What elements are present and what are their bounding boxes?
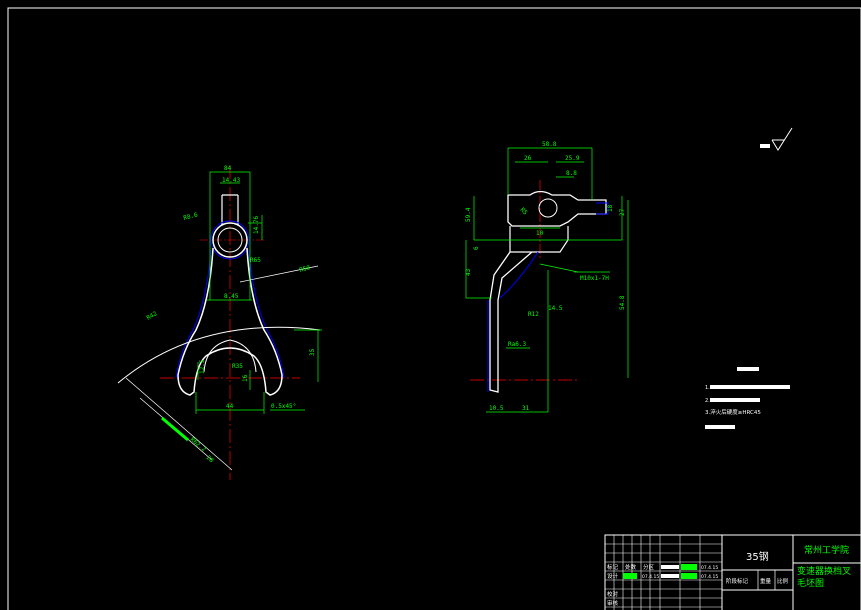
tb-row2-c1: 设计 xyxy=(607,572,619,580)
note-1: 1. xyxy=(705,385,710,391)
note-1-bar xyxy=(710,385,790,389)
dim-h-right: 35 xyxy=(309,348,316,356)
dim-side-a: 12.5 xyxy=(199,359,206,374)
tb-drawing-name-1: 变速器换档叉 xyxy=(797,565,851,577)
title-block: 标记 处数 分区 07.4.15 设计 07.4.15 07.4.15 校对 审… xyxy=(604,534,861,610)
dim-small-b: 28 xyxy=(205,454,215,464)
side-arm xyxy=(489,251,533,393)
dim-small-a: 14.76 xyxy=(253,216,260,234)
dim-w-bottom: 44 xyxy=(226,403,234,410)
roughness-symbol xyxy=(760,127,793,151)
tb-row1-c2: 处数 xyxy=(625,563,637,571)
dim-r-inner: R35 xyxy=(232,363,243,370)
dim-r-hub: R8.6 xyxy=(183,211,199,222)
tb-row4-c1: 审核 xyxy=(607,599,619,607)
side-dim-texts: 58.8 26 25.9 8.8 59.4 27 6 18 43 10 M10x… xyxy=(465,141,626,412)
notes-sign-bar xyxy=(705,425,735,429)
side-hole xyxy=(538,198,558,218)
dim-right-tab: 18 xyxy=(607,204,614,212)
dim-bottom-b: 31 xyxy=(522,405,530,412)
dim-b: 25.9 xyxy=(565,155,580,162)
tb-material: 35钢 xyxy=(746,550,769,563)
dim-right-h: 27 xyxy=(619,208,626,216)
dim-a: 26 xyxy=(524,155,532,162)
dim-left-h: 59.4 xyxy=(465,207,472,222)
tb-stage-label: 阶段标记 xyxy=(726,577,749,585)
tech-notes: 1. 2. 3.淬火后硬度≥HRC45 xyxy=(705,367,790,429)
fork-hidden-left xyxy=(175,249,212,379)
dim-mid-h: 43 xyxy=(465,268,472,276)
dim-mid-w: 10 xyxy=(536,230,544,237)
front-view xyxy=(117,165,322,480)
tb-row2-c3: 07.4.15 xyxy=(642,574,659,580)
tb-row1-date: 07.4.15 xyxy=(701,565,718,571)
dim-note: M10x1-7H xyxy=(580,275,609,282)
radius-highlight xyxy=(161,416,189,442)
tb-row2-date: 07.4.15 xyxy=(701,574,718,580)
notes-title-bar xyxy=(737,367,759,371)
tb-weight-label: 重量 xyxy=(760,577,772,585)
dim-r-arc: R42 xyxy=(146,310,159,322)
dim-top: 84 xyxy=(224,165,232,172)
tb-row3-c1: 校对 xyxy=(607,590,619,598)
dim-chamfer: 0.5x45° xyxy=(271,403,296,410)
dim-total-h: 54.8 xyxy=(619,295,626,310)
dim-c: 8.8 xyxy=(566,170,577,177)
fork-hidden-right xyxy=(248,249,285,379)
radius-leader-a xyxy=(125,377,233,471)
dim-w-mid: 8.45 xyxy=(224,293,239,300)
dim-r-fork: R65 xyxy=(250,257,261,264)
tb-row1-c3: 分区 xyxy=(643,563,655,571)
dim-bottom-a: 10.5 xyxy=(489,405,504,412)
dim-r-big: R50 xyxy=(299,264,312,274)
front-dim-texts: 84 14.43 R8.6 R50 R42 8.45 R65 R35 35 44… xyxy=(146,165,317,464)
dim-r-lower: R12 xyxy=(528,311,539,318)
dim-side-small: 6 xyxy=(473,246,480,250)
cad-drawing: 84 14.43 R8.6 R50 R42 8.45 R65 R35 35 44… xyxy=(7,7,861,610)
drawing-frame xyxy=(7,7,861,610)
note-2-bar xyxy=(710,398,760,402)
dim-w-low: 14.5 xyxy=(548,305,563,312)
tb-school: 常州工学院 xyxy=(804,544,849,556)
dim-mark: Ra6.3 xyxy=(508,341,526,348)
tb-drawing-name-2: 毛坯图 xyxy=(797,577,824,589)
dim-angle: R62.2 xyxy=(189,436,208,453)
dim-slot: 14.43 xyxy=(222,177,240,184)
note-3: 3.淬火后硬度≥HRC45 xyxy=(705,408,761,416)
dim-chamfer2: R5 xyxy=(519,206,529,216)
dim-total-w: 58.8 xyxy=(542,141,557,148)
tb-scale-label: 比例 xyxy=(777,577,789,585)
tb-row1-c1: 标记 xyxy=(607,563,619,571)
note-2: 2. xyxy=(705,398,710,404)
dim-side-b: 16 xyxy=(242,374,249,382)
big-arc xyxy=(117,326,321,384)
